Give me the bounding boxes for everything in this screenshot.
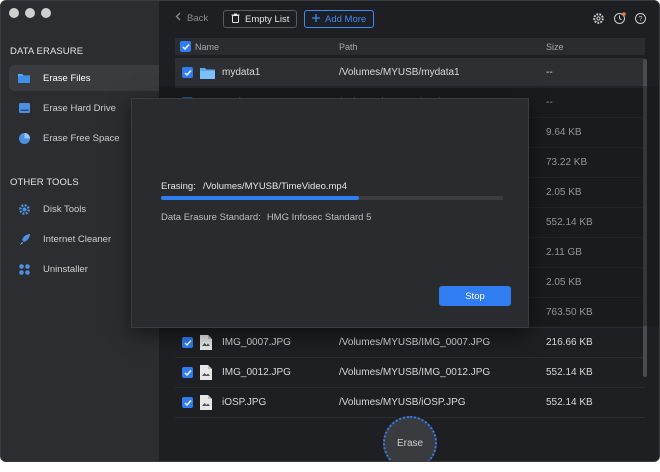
sidebar-item-label: Disk Tools <box>43 203 87 215</box>
table-row[interactable]: IMG_0007.JPG/Volumes/MYUSB/IMG_0007.JPG 2… <box>175 328 645 358</box>
file-name: IMG_0012.JPG <box>222 367 291 378</box>
plus-icon <box>312 13 320 25</box>
table-row[interactable]: IMG_0012.JPG/Volumes/MYUSB/IMG_0012.JPG 5… <box>175 358 645 388</box>
toolbar-icons: ? <box>592 12 647 25</box>
empty-list-button[interactable]: Empty List <box>223 10 298 28</box>
file-icon <box>199 334 215 351</box>
toolbar: Back Empty List Add More ? <box>159 1 659 36</box>
file-size: 552.14 KB <box>546 367 593 378</box>
erasing-dialog: Erasing: /Volumes/MYUSB/TimeVideo.mp4 Dat… <box>131 98 529 328</box>
add-more-label: Add More <box>325 13 367 25</box>
history-icon[interactable] <box>613 12 626 25</box>
column-header-path[interactable]: Path <box>339 42 358 52</box>
progress-fill <box>161 196 360 200</box>
row-checkbox[interactable] <box>182 397 193 408</box>
row-checkbox[interactable] <box>182 367 193 378</box>
chevron-left-icon <box>175 12 181 24</box>
rocket-icon <box>17 232 31 246</box>
add-more-button[interactable]: Add More <box>304 10 375 28</box>
row-checkbox[interactable] <box>182 337 193 348</box>
file-size: 552.14 KB <box>546 397 593 408</box>
erase-button[interactable]: Erase <box>383 416 437 461</box>
svg-text:?: ? <box>638 14 642 23</box>
progress-bar <box>161 196 503 200</box>
file-icon <box>199 394 215 411</box>
sidebar-item-label: Erase Files <box>43 72 91 84</box>
app-window: DATA ERASURE Erase Files Erase Hard Driv… <box>0 0 660 462</box>
folder-icon <box>199 64 215 81</box>
grid-icon <box>17 262 31 276</box>
hard-drive-icon <box>17 101 31 115</box>
file-name: mydata1 <box>222 67 261 78</box>
file-icon <box>199 364 215 381</box>
minimize-window-button[interactable] <box>25 8 35 18</box>
table-row[interactable]: iOSP.JPG/Volumes/MYUSB/iOSP.JPG 552.14 KB <box>175 388 645 418</box>
help-icon[interactable]: ? <box>634 12 647 25</box>
stop-button[interactable]: Stop <box>439 286 511 306</box>
window-controls <box>9 8 51 18</box>
file-size: -- <box>546 67 553 78</box>
file-size: 216.66 KB <box>546 337 593 348</box>
erasing-status: Erasing: /Volumes/MYUSB/TimeVideo.mp4 <box>161 181 347 192</box>
erasing-label: Erasing: <box>161 181 196 192</box>
sidebar-item-label: Uninstaller <box>43 263 88 275</box>
back-label: Back <box>187 12 209 24</box>
table-header: Name Path Size <box>175 38 645 55</box>
standard-label: Data Erasure Standard: <box>161 212 261 223</box>
file-path: /Volumes/MYUSB/mydata1 <box>339 67 460 78</box>
folder-icon <box>17 71 31 85</box>
sidebar-item-label: Erase Free Space <box>43 132 120 144</box>
back-button[interactable]: Back <box>175 12 208 24</box>
file-path: /Volumes/MYUSB/IMG_0007.JPG <box>339 337 491 348</box>
gear-icon <box>17 202 31 216</box>
sidebar-item-label: Internet Cleaner <box>43 233 112 245</box>
file-name: IMG_0007.JPG <box>222 337 291 348</box>
pie-chart-icon <box>17 131 31 145</box>
row-checkbox[interactable] <box>182 67 193 78</box>
file-path: /Volumes/MYUSB/IMG_0012.JPG <box>339 367 491 378</box>
select-all-checkbox[interactable] <box>180 41 191 52</box>
section-title-data-erasure: DATA ERASURE <box>10 46 84 57</box>
file-name: iOSP.JPG <box>222 397 267 408</box>
sidebar-item-label: Erase Hard Drive <box>43 102 116 114</box>
zoom-window-button[interactable] <box>41 8 51 18</box>
section-title-other-tools: OTHER TOOLS <box>10 177 79 188</box>
column-header-name[interactable]: Name <box>195 42 219 52</box>
standard-value: HMG Infosec Standard 5 <box>266 212 372 223</box>
column-header-size[interactable]: Size <box>546 42 564 52</box>
erasure-standard: Data Erasure Standard: HMG Infosec Standa… <box>161 212 371 223</box>
settings-icon[interactable] <box>592 12 605 25</box>
close-window-button[interactable] <box>9 8 19 18</box>
trash-icon <box>231 13 240 26</box>
file-path: /Volumes/MYUSB/iOSP.JPG <box>339 397 466 408</box>
table-row[interactable]: mydata1/Volumes/MYUSB/mydata1 -- <box>175 58 645 88</box>
empty-list-label: Empty List <box>245 13 290 25</box>
sidebar-item-erase-files[interactable]: Erase Files <box>9 65 159 91</box>
erasing-path: /Volumes/MYUSB/TimeVideo.mp4 <box>202 181 348 192</box>
